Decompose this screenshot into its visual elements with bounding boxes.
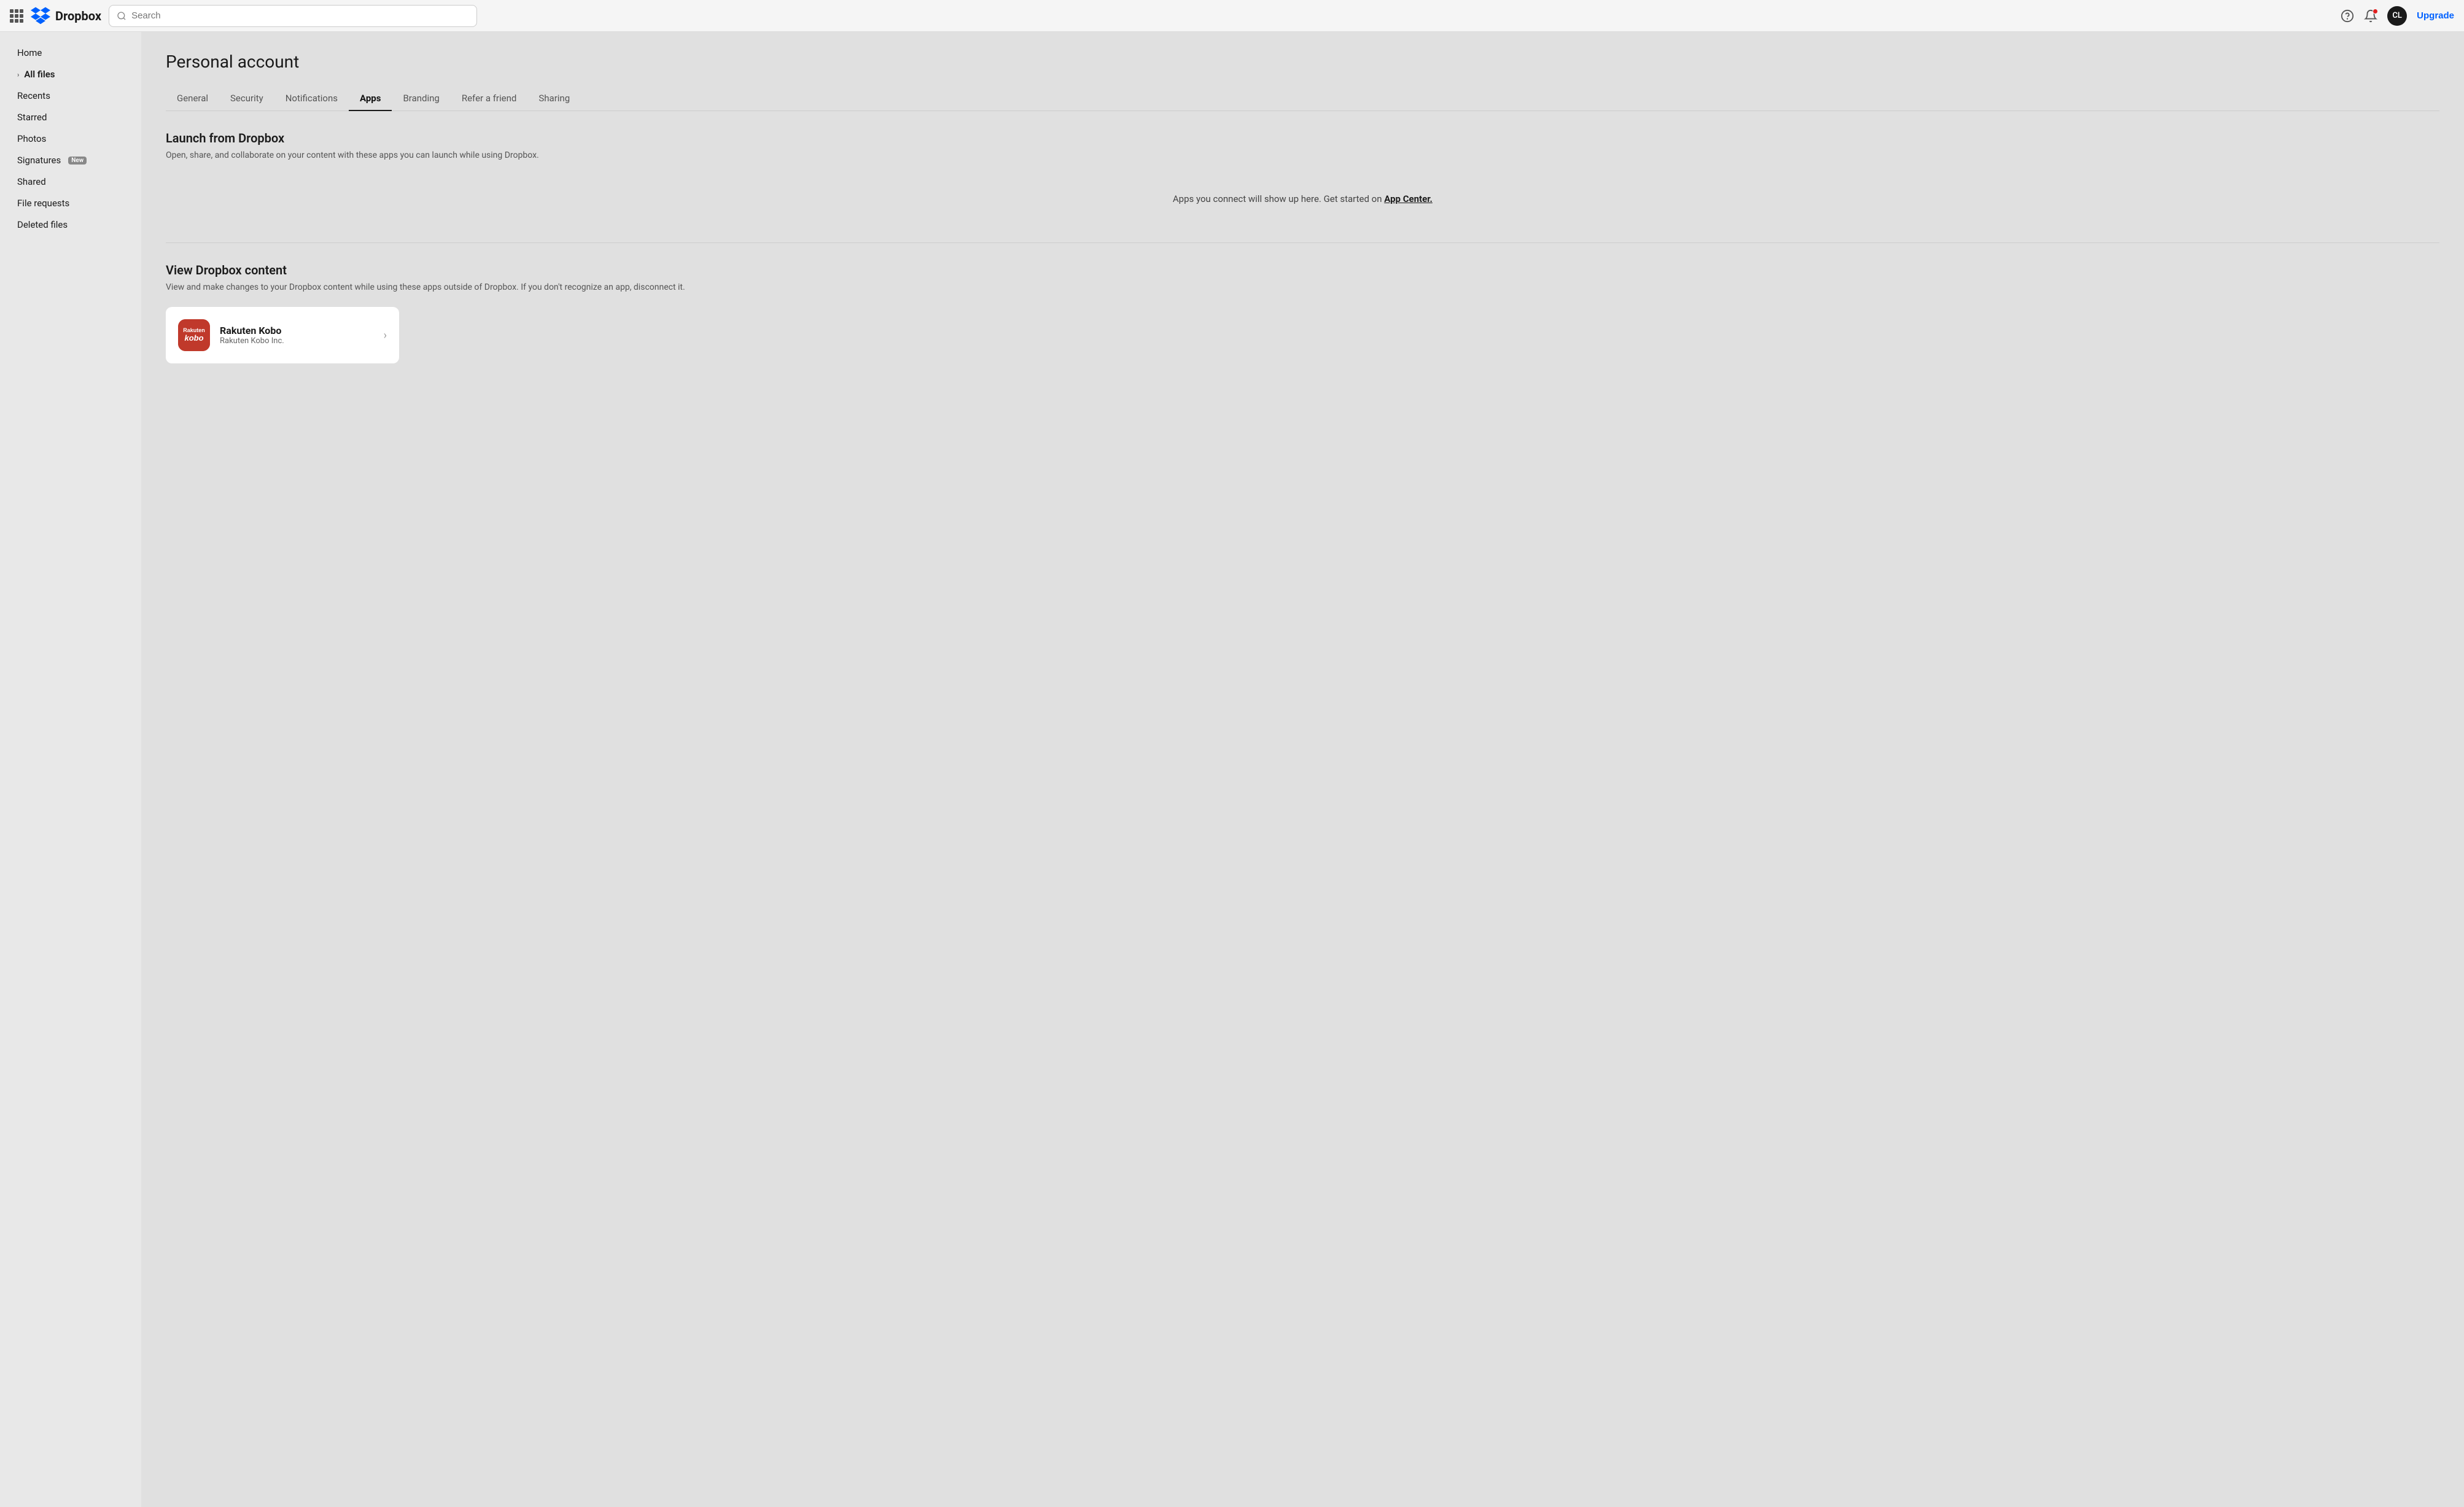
app-name: Rakuten Kobo (220, 325, 374, 336)
topnav-right: CL Upgrade (2341, 6, 2454, 26)
help-icon (2341, 9, 2354, 23)
view-section-title: View Dropbox content (166, 263, 2439, 277)
sidebar-item-starred[interactable]: Starred (5, 107, 136, 128)
launch-empty-state: Apps you connect will show up here. Get … (166, 175, 2439, 223)
search-bar[interactable] (109, 5, 477, 27)
view-section: View Dropbox content View and make chang… (166, 263, 2439, 363)
sidebar-item-label: Shared (17, 176, 46, 187)
grid-menu-button[interactable] (10, 9, 23, 23)
dropbox-icon (31, 6, 50, 26)
search-input[interactable] (131, 10, 469, 21)
app-card-info: Rakuten Kobo Rakuten Kobo Inc. (220, 325, 374, 346)
empty-state-prefix: Apps you connect will show up here. Get … (1173, 193, 1384, 204)
tabs-bar: GeneralSecurityNotificationsAppsBranding… (166, 87, 2439, 111)
tab-branding[interactable]: Branding (392, 87, 450, 111)
topnav: Dropbox CL Upgrade (0, 0, 2464, 32)
chevron-right-icon: › (384, 329, 387, 342)
notification-dot (2373, 9, 2378, 14)
page-title: Personal account (166, 52, 2439, 72)
sidebar-item-deleted-files[interactable]: Deleted files (5, 214, 136, 235)
app-logo-line2: kobo (184, 333, 203, 343)
section-divider (166, 242, 2439, 243)
launch-section-desc: Open, share, and collaborate on your con… (166, 150, 2439, 160)
sidebar-item-label: File requests (17, 198, 69, 209)
chevron-icon: › (17, 71, 19, 79)
search-icon (117, 11, 126, 21)
sidebar-item-recents[interactable]: Recents (5, 85, 136, 106)
tab-apps[interactable]: Apps (349, 87, 392, 111)
sidebar-item-label: Signatures (17, 155, 61, 166)
launch-section-title: Launch from Dropbox (166, 131, 2439, 145)
app-center-link[interactable]: App Center. (1384, 193, 1432, 204)
sidebar: Home › All files Recents Starred Photos Signat… (0, 32, 141, 1507)
sidebar-item-label: Recents (17, 90, 50, 101)
tab-sharing[interactable]: Sharing (527, 87, 581, 111)
tab-notifications[interactable]: Notifications (274, 87, 349, 111)
app-logo: Rakuten kobo (178, 319, 210, 351)
sidebar-item-all-files[interactable]: › All files (5, 64, 136, 85)
logo-text: Dropbox (55, 9, 101, 23)
launch-section: Launch from Dropbox Open, share, and col… (166, 131, 2439, 223)
layout: Home › All files Recents Starred Photos Signat… (0, 32, 2464, 1507)
upgrade-button[interactable]: Upgrade (2417, 10, 2454, 21)
new-badge: New (68, 157, 87, 165)
view-section-desc: View and make changes to your Dropbox co… (166, 282, 2439, 292)
sidebar-item-shared[interactable]: Shared (5, 171, 136, 192)
sidebar-item-label: Home (17, 47, 42, 58)
sidebar-item-label: Photos (17, 133, 46, 144)
main-content: Personal account GeneralSecurityNotifica… (141, 32, 2464, 1507)
notifications-button[interactable] (2364, 9, 2377, 23)
tab-security[interactable]: Security (219, 87, 274, 111)
rakuten-kobo-card[interactable]: Rakuten kobo Rakuten Kobo Rakuten Kobo I… (166, 307, 399, 363)
app-logo-line1: Rakuten (183, 328, 205, 334)
help-button[interactable] (2341, 9, 2354, 23)
sidebar-item-label: Deleted files (17, 219, 68, 230)
sidebar-item-photos[interactable]: Photos (5, 128, 136, 149)
app-logo-inner: Rakuten kobo (178, 319, 210, 351)
avatar[interactable]: CL (2387, 6, 2407, 26)
sidebar-item-label: All files (24, 69, 55, 80)
sidebar-item-home[interactable]: Home (5, 42, 136, 63)
tab-general[interactable]: General (166, 87, 219, 111)
tab-refer-a-friend[interactable]: Refer a friend (451, 87, 528, 111)
sidebar-item-label: Starred (17, 112, 47, 123)
dropbox-logo[interactable]: Dropbox (31, 6, 101, 26)
sidebar-item-file-requests[interactable]: File requests (5, 193, 136, 214)
grid-icon (10, 9, 23, 23)
app-company: Rakuten Kobo Inc. (220, 336, 374, 346)
sidebar-item-signatures[interactable]: Signatures New (5, 150, 136, 171)
